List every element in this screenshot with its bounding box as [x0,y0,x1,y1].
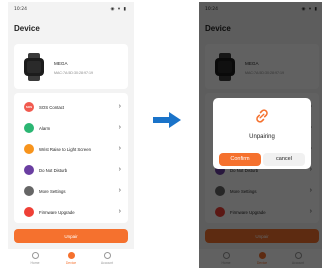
comparison-scene: 10:24 ◉ ▾ ▮ Device MEGA MAC:7A:5D:30:28:… [0,0,322,269]
menu-item-alarm[interactable]: Alarm › [14,118,128,138]
phone-screen-before: 10:24 ◉ ▾ ▮ Device MEGA MAC:7A:5D:30:28:… [8,2,134,268]
settings-menu: SOS SOS Contact › Alarm › Wrist Raise to… [14,93,128,223]
more-settings-icon [24,186,34,196]
menu-item-more-settings[interactable]: More Settings › [14,181,128,201]
device-mac: MAC:7A:5D:30:28:97:19 [54,71,93,75]
chevron-right-icon: › [118,103,121,110]
unlink-icon [256,109,268,123]
bottom-tab-bar: Home Device Account [8,249,134,268]
cancel-button[interactable]: cancel [263,153,305,166]
chevron-right-icon: › [118,166,121,173]
account-icon [103,252,111,259]
sos-icon: SOS [24,102,34,112]
home-icon [31,252,39,259]
firmware-upgrade-icon [24,207,34,217]
device-name: MEGA [54,61,68,66]
status-bar: 10:24 ◉ ▾ ▮ [8,2,134,18]
menu-item-label: SOS Contact [39,105,65,110]
confirm-button[interactable]: Confirm [219,153,261,166]
tab-device[interactable]: Device [56,252,86,265]
chevron-right-icon: › [118,145,121,152]
chevron-right-icon: › [118,208,121,215]
arrow-right-icon [153,112,181,128]
moon-icon [24,165,34,175]
menu-item-label: Firmware Upgrade [39,210,75,215]
menu-item-label: Alarm [39,126,51,131]
chevron-right-icon: › [118,124,121,131]
menu-item-label: Do Not Disturb [39,168,68,173]
menu-item-wrist-raise[interactable]: Wrist Raise to Light Screen › [14,139,128,159]
status-icons: ◉ ▾ ▮ [110,7,127,12]
phone-screen-after: 10:24 ◉ ▾ ▮ Device MEGA MAC:7A:5D:30:28:… [199,2,322,268]
alarm-icon [24,123,34,133]
chevron-right-icon: › [118,187,121,194]
tab-label: Device [65,261,77,265]
tab-label: Home [30,261,40,265]
tab-label: Account [100,261,114,265]
menu-item-label: Wrist Raise to Light Screen [39,147,91,152]
unpair-button[interactable]: Unpair [14,229,128,243]
wrist-raise-icon [24,144,34,154]
dialog-title: Unpairing [249,134,275,140]
page-title: Device [14,24,40,33]
device-icon [67,252,75,259]
menu-item-firmware-upgrade[interactable]: Firmware Upgrade › [14,202,128,222]
tab-home[interactable]: Home [20,252,50,265]
device-card[interactable]: MEGA MAC:7A:5D:30:28:97:19 [14,44,128,89]
status-time: 10:24 [14,7,27,12]
watch-image [23,53,45,81]
menu-item-do-not-disturb[interactable]: Do Not Disturb › [14,160,128,180]
tab-account[interactable]: Account [92,252,122,265]
menu-item-label: More Settings [39,189,66,194]
unpair-dialog: Unpairing Confirm cancel [213,98,311,169]
menu-item-sos-contact[interactable]: SOS SOS Contact › [14,97,128,117]
